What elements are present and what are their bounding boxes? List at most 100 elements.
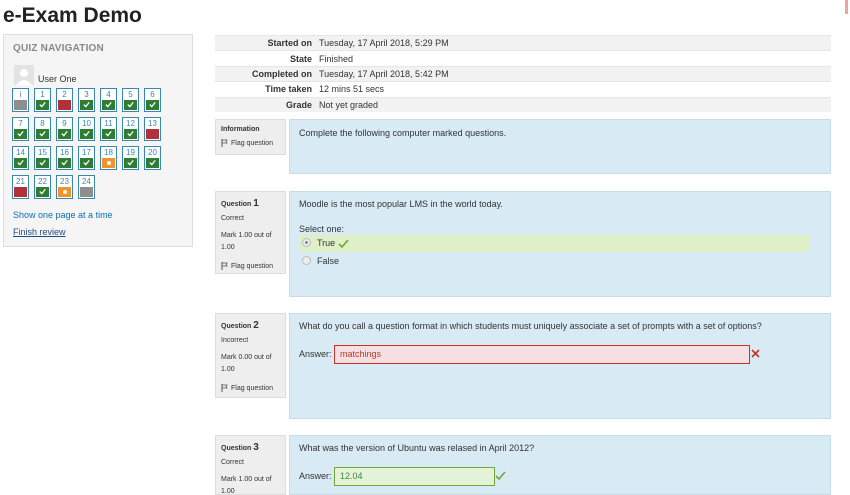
quiz-nav-button[interactable]: 12 (122, 117, 139, 141)
attempt-summary-table: Started on Tuesday, 17 April 2018, 5:29 P… (215, 34, 831, 112)
quiz-nav-button-number: 24 (82, 177, 91, 186)
quiz-nav-state-incorrect (146, 129, 159, 139)
quiz-nav-button[interactable]: 18 (100, 146, 117, 170)
quiz-nav-button[interactable]: 14 (12, 146, 29, 170)
quiz-nav-button-number: 16 (60, 148, 69, 157)
quiz-navigation-panel: QUIZ NAVIGATION User One i 1 2 3 4 5 6 7 8 9 10 11 1… (3, 34, 193, 247)
quiz-nav-state-correct (124, 158, 137, 168)
quiz-nav-state-correct (36, 100, 49, 110)
answer-input[interactable]: matchings (334, 345, 750, 364)
quiz-nav-button[interactable]: 8 (34, 117, 51, 141)
show-one-page-link[interactable]: Show one page at a time (13, 210, 113, 220)
user-name[interactable]: User One (38, 74, 77, 84)
quiz-nav-button[interactable]: 17 (78, 146, 95, 170)
option-false[interactable]: False (299, 253, 809, 270)
option-true[interactable]: True (299, 235, 809, 252)
check-icon (149, 159, 156, 166)
question-2-info-panel: Question 2 Incorrect Mark 0.00 out of 1.… (215, 313, 286, 398)
quiz-nav-button[interactable]: 10 (78, 117, 95, 141)
quiz-nav-button[interactable]: 5 (122, 88, 139, 112)
quiz-nav-button-number: 3 (84, 90, 89, 99)
summary-value: Tuesday, 17 April 2018, 5:29 PM (319, 34, 831, 51)
quiz-nav-button[interactable]: 3 (78, 88, 95, 112)
quiz-nav-button[interactable]: 13 (144, 117, 161, 141)
check-icon (39, 101, 46, 108)
check-icon (39, 159, 46, 166)
quiz-nav-button-number: 8 (40, 119, 45, 128)
flag-question-button[interactable]: Flag question (221, 262, 273, 270)
quiz-nav-button-number: 15 (38, 148, 47, 157)
question-2-heading: Question 2 (221, 320, 259, 331)
quiz-nav-button[interactable]: i (12, 88, 29, 112)
question-mark-max: 1.00 (221, 244, 235, 251)
check-icon (127, 101, 134, 108)
option-label: True (317, 238, 336, 248)
quiz-nav-button-number: 1 (40, 90, 45, 99)
quiz-nav-button[interactable]: 9 (56, 117, 73, 141)
quiz-nav-button[interactable]: 2 (56, 88, 73, 112)
summary-value: Tuesday, 17 April 2018, 5:42 PM (319, 65, 831, 82)
summary-value: Finished (319, 50, 831, 67)
quiz-nav-state-correct (14, 129, 27, 139)
quiz-nav-button-number: 7 (18, 119, 23, 128)
check-icon (39, 130, 46, 137)
quiz-nav-state-nograde (80, 187, 93, 197)
quiz-nav-button[interactable]: 4 (100, 88, 117, 112)
quiz-nav-button[interactable]: 19 (122, 146, 139, 170)
quiz-nav-button[interactable]: 7 (12, 117, 29, 141)
question-mark: Mark 1.00 out of (221, 232, 272, 239)
quiz-nav-button-number: 9 (62, 119, 67, 128)
question-2-content: What do you call a question format in wh… (289, 313, 831, 419)
flag-question-label: Flag question (231, 385, 274, 392)
quiz-nav-state-correct (36, 187, 49, 197)
flag-question-button[interactable]: Flag question (221, 139, 273, 147)
summary-row: State Finished (215, 50, 831, 67)
flag-question-button[interactable]: Flag question (221, 384, 273, 392)
quiz-nav-button-number: 6 (150, 90, 155, 99)
select-one-label: Select one: (299, 224, 345, 234)
answer-input[interactable]: 12.04 (334, 467, 495, 486)
quiz-nav-button[interactable]: 21 (12, 175, 29, 199)
check-icon (17, 159, 24, 166)
flag-question-label: Flag question (231, 263, 274, 270)
quiz-nav-state-correct (58, 129, 71, 139)
quiz-nav-button[interactable]: 11 (100, 117, 117, 141)
answer-label: Answer: (299, 349, 332, 359)
check-icon (39, 188, 46, 195)
quiz-nav-button[interactable]: 20 (144, 146, 161, 170)
flag-icon (221, 262, 228, 270)
information-text: Complete the following computer marked q… (299, 128, 507, 138)
quiz-nav-state-correct (80, 129, 93, 139)
radio-unselected[interactable] (302, 256, 311, 265)
question-mark: Mark 0.00 out of (221, 354, 272, 361)
quiz-nav-button[interactable]: 6 (144, 88, 161, 112)
quiz-nav-button[interactable]: 23 (56, 175, 73, 199)
quiz-nav-button-number: 21 (16, 177, 25, 186)
quiz-nav-button-number: 5 (128, 90, 133, 99)
quiz-nav-button[interactable]: 15 (34, 146, 51, 170)
quiz-nav-button-number: 4 (106, 90, 111, 99)
quiz-nav-state-partial (58, 187, 71, 197)
avatar[interactable] (14, 65, 34, 85)
radio-selected[interactable] (302, 238, 311, 247)
summary-key: Grade (215, 96, 319, 112)
quiz-nav-button[interactable]: 24 (78, 175, 95, 199)
quiz-nav-button[interactable]: 16 (56, 146, 73, 170)
question-text: Moodle is the most popular LMS in the wo… (299, 199, 503, 209)
summary-key: Time taken (215, 81, 319, 98)
page-title: e-Exam Demo (3, 4, 142, 27)
quiz-nav-button-number: 11 (104, 119, 113, 128)
question-prefix: Question (221, 445, 252, 452)
question-status: Correct (221, 459, 244, 466)
quiz-nav-button[interactable]: 1 (34, 88, 51, 112)
quiz-nav-button-number: 12 (126, 119, 135, 128)
quiz-nav-button[interactable]: 22 (34, 175, 51, 199)
summary-value: Not yet graded (319, 96, 831, 112)
finish-review-link[interactable]: Finish review (13, 227, 66, 237)
question-text: What was the version of Ubuntu was relas… (299, 443, 535, 453)
quiz-nav-state-correct (80, 100, 93, 110)
summary-row: Grade Not yet graded (215, 96, 831, 112)
quiz-nav-state-correct (124, 129, 137, 139)
quiz-nav-state-info (14, 100, 27, 110)
check-icon (495, 471, 506, 480)
